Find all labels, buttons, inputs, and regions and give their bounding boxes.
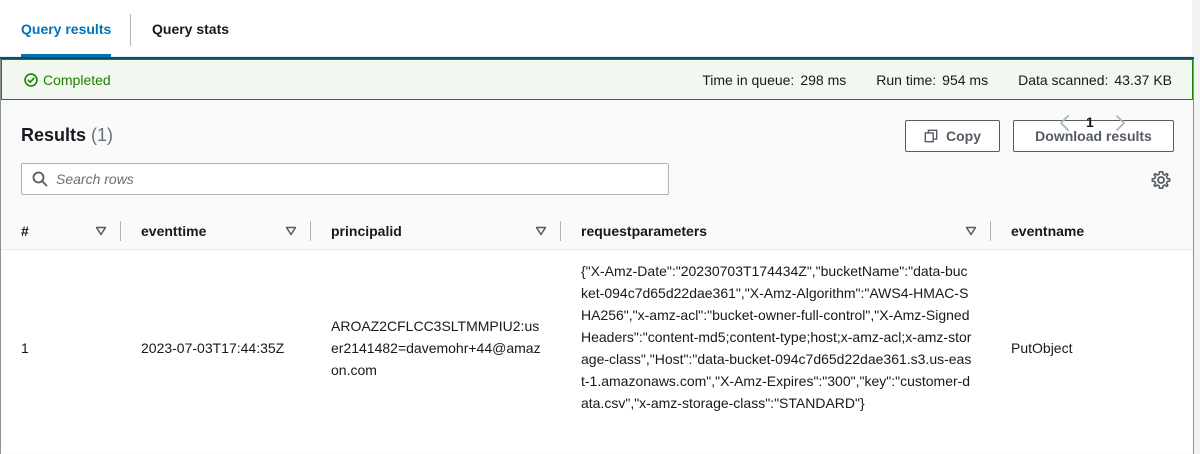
status-label: Completed — [43, 71, 111, 88]
stat-time-in-queue: Time in queue: 298 ms — [702, 71, 847, 88]
sort-caret-icon[interactable] — [95, 225, 107, 237]
copy-icon — [924, 129, 938, 143]
search-icon — [32, 171, 48, 187]
results-heading: Results (1) — [21, 125, 113, 146]
chevron-right-icon[interactable] — [1111, 113, 1129, 133]
results-panel: Completed Time in queue: 298 ms Run time:… — [0, 57, 1194, 454]
cell-eventtime: 2023-07-03T17:44:35Z — [141, 340, 285, 356]
status-banner: Completed Time in queue: 298 ms Run time:… — [1, 59, 1193, 100]
column-header-principalid[interactable]: principalid — [331, 212, 402, 250]
results-title: Results — [21, 125, 87, 145]
table-header: # eventtime principalid requestparameter… — [1, 212, 1193, 250]
chevron-left-icon[interactable] — [1056, 113, 1074, 133]
cell-requestparameters: {"X-Amz-Date":"20230703T174434Z","bucket… — [581, 263, 972, 411]
stat-run-time: Run time: 954 ms — [876, 71, 989, 88]
stat-data-scanned: Data scanned: 43.37 KB — [1018, 71, 1172, 88]
page-number[interactable]: 1 — [1086, 114, 1094, 130]
search-rows-input[interactable]: Search rows — [21, 163, 669, 195]
results-count: (1) — [91, 125, 114, 145]
column-resizer[interactable] — [560, 221, 561, 241]
results-tabs: Query results Query stats — [0, 0, 1192, 58]
check-circle-icon — [24, 72, 38, 87]
cell-row-number: 1 — [21, 340, 29, 356]
cell-principalid: AROAZ2CFLCC3SLTMMPIU2:user2141482=davemo… — [331, 318, 541, 378]
sort-caret-icon[interactable] — [285, 225, 297, 237]
query-stats-summary: Time in queue: 298 ms Run time: 954 ms Dat… — [672, 60, 1172, 99]
column-header-num: # — [21, 223, 29, 239]
tab-query-results[interactable]: Query results — [21, 0, 112, 58]
column-header-eventname[interactable]: eventname — [1011, 212, 1084, 250]
search-placeholder: Search rows — [56, 171, 134, 187]
column-resizer[interactable] — [310, 221, 311, 241]
sort-caret-icon[interactable] — [965, 225, 977, 237]
column-header-eventtime[interactable]: eventtime — [141, 212, 206, 250]
gear-icon[interactable] — [1151, 170, 1171, 190]
column-resizer[interactable] — [990, 221, 991, 241]
tab-divider — [130, 14, 131, 46]
column-header-requestparameters[interactable]: requestparameters — [581, 212, 707, 250]
tab-query-stats[interactable]: Query stats — [152, 0, 229, 57]
column-resizer[interactable] — [120, 221, 121, 241]
sort-caret-icon[interactable] — [535, 225, 547, 237]
copy-button[interactable]: Copy — [905, 120, 1000, 152]
status-completed: Completed — [24, 60, 111, 99]
table-body: 1 2023-07-03T17:44:35Z AROAZ2CFLCC3SLTMM… — [1, 251, 1193, 453]
cell-eventname: PutObject — [1011, 340, 1073, 356]
